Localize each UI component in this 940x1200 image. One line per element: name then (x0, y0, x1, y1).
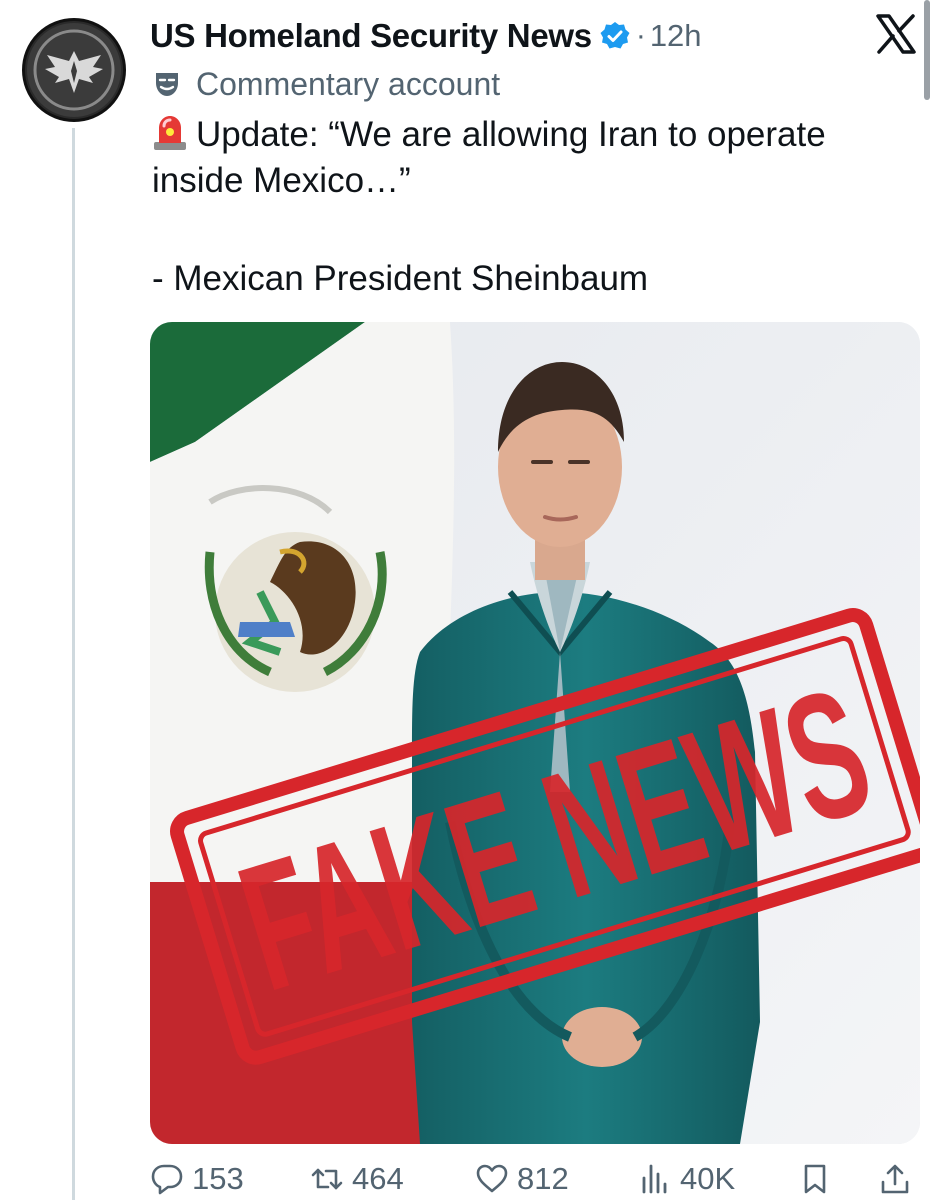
commentary-account-label: Commentary account (196, 65, 501, 102)
post-text-content: Update: “We are allowing Iran to operate… (152, 115, 826, 200)
repost-arrows-icon (311, 1168, 343, 1190)
bookmark-button[interactable] (798, 1158, 832, 1200)
views-count: 40K (680, 1161, 736, 1196)
post[interactable]: US Homeland Security News · 12h Commenta… (0, 0, 940, 1200)
avatar[interactable] (22, 18, 126, 122)
speech-bubble-icon (151, 1164, 183, 1195)
separator-dot: · (635, 19, 646, 52)
post-timestamp[interactable]: 12h (650, 18, 702, 54)
post-attribution: - Mexican President Sheinbaum (152, 259, 649, 298)
repost-button[interactable]: 464 (310, 1158, 404, 1200)
heart-icon (476, 1164, 508, 1193)
share-button[interactable] (878, 1158, 912, 1200)
bookmark-icon (804, 1164, 826, 1194)
post-image[interactable]: FAKE NEWS (150, 322, 920, 1144)
thread-line (72, 128, 75, 1200)
verified-badge-icon[interactable] (600, 21, 630, 51)
scrollbar[interactable] (924, 0, 930, 100)
siren-emoji-icon (152, 112, 188, 152)
share-icon (881, 1164, 909, 1194)
like-count: 812 (517, 1161, 569, 1196)
x-logo-icon[interactable] (874, 12, 918, 56)
repost-count: 464 (352, 1161, 404, 1196)
theater-mask-icon (152, 69, 182, 99)
action-bar: 153 464 812 40K (150, 1158, 920, 1200)
views-button[interactable]: 40K (638, 1158, 735, 1200)
bar-chart-icon (642, 1164, 667, 1194)
reply-button[interactable]: 153 (150, 1158, 244, 1200)
reply-count: 153 (192, 1161, 244, 1196)
post-header: US Homeland Security News · 12h (150, 12, 702, 60)
account-label: Commentary account (152, 62, 500, 106)
display-name[interactable]: US Homeland Security News (150, 17, 592, 55)
post-text: Update: “We are allowing Iran to operate… (152, 112, 912, 204)
like-button[interactable]: 812 (475, 1158, 569, 1200)
